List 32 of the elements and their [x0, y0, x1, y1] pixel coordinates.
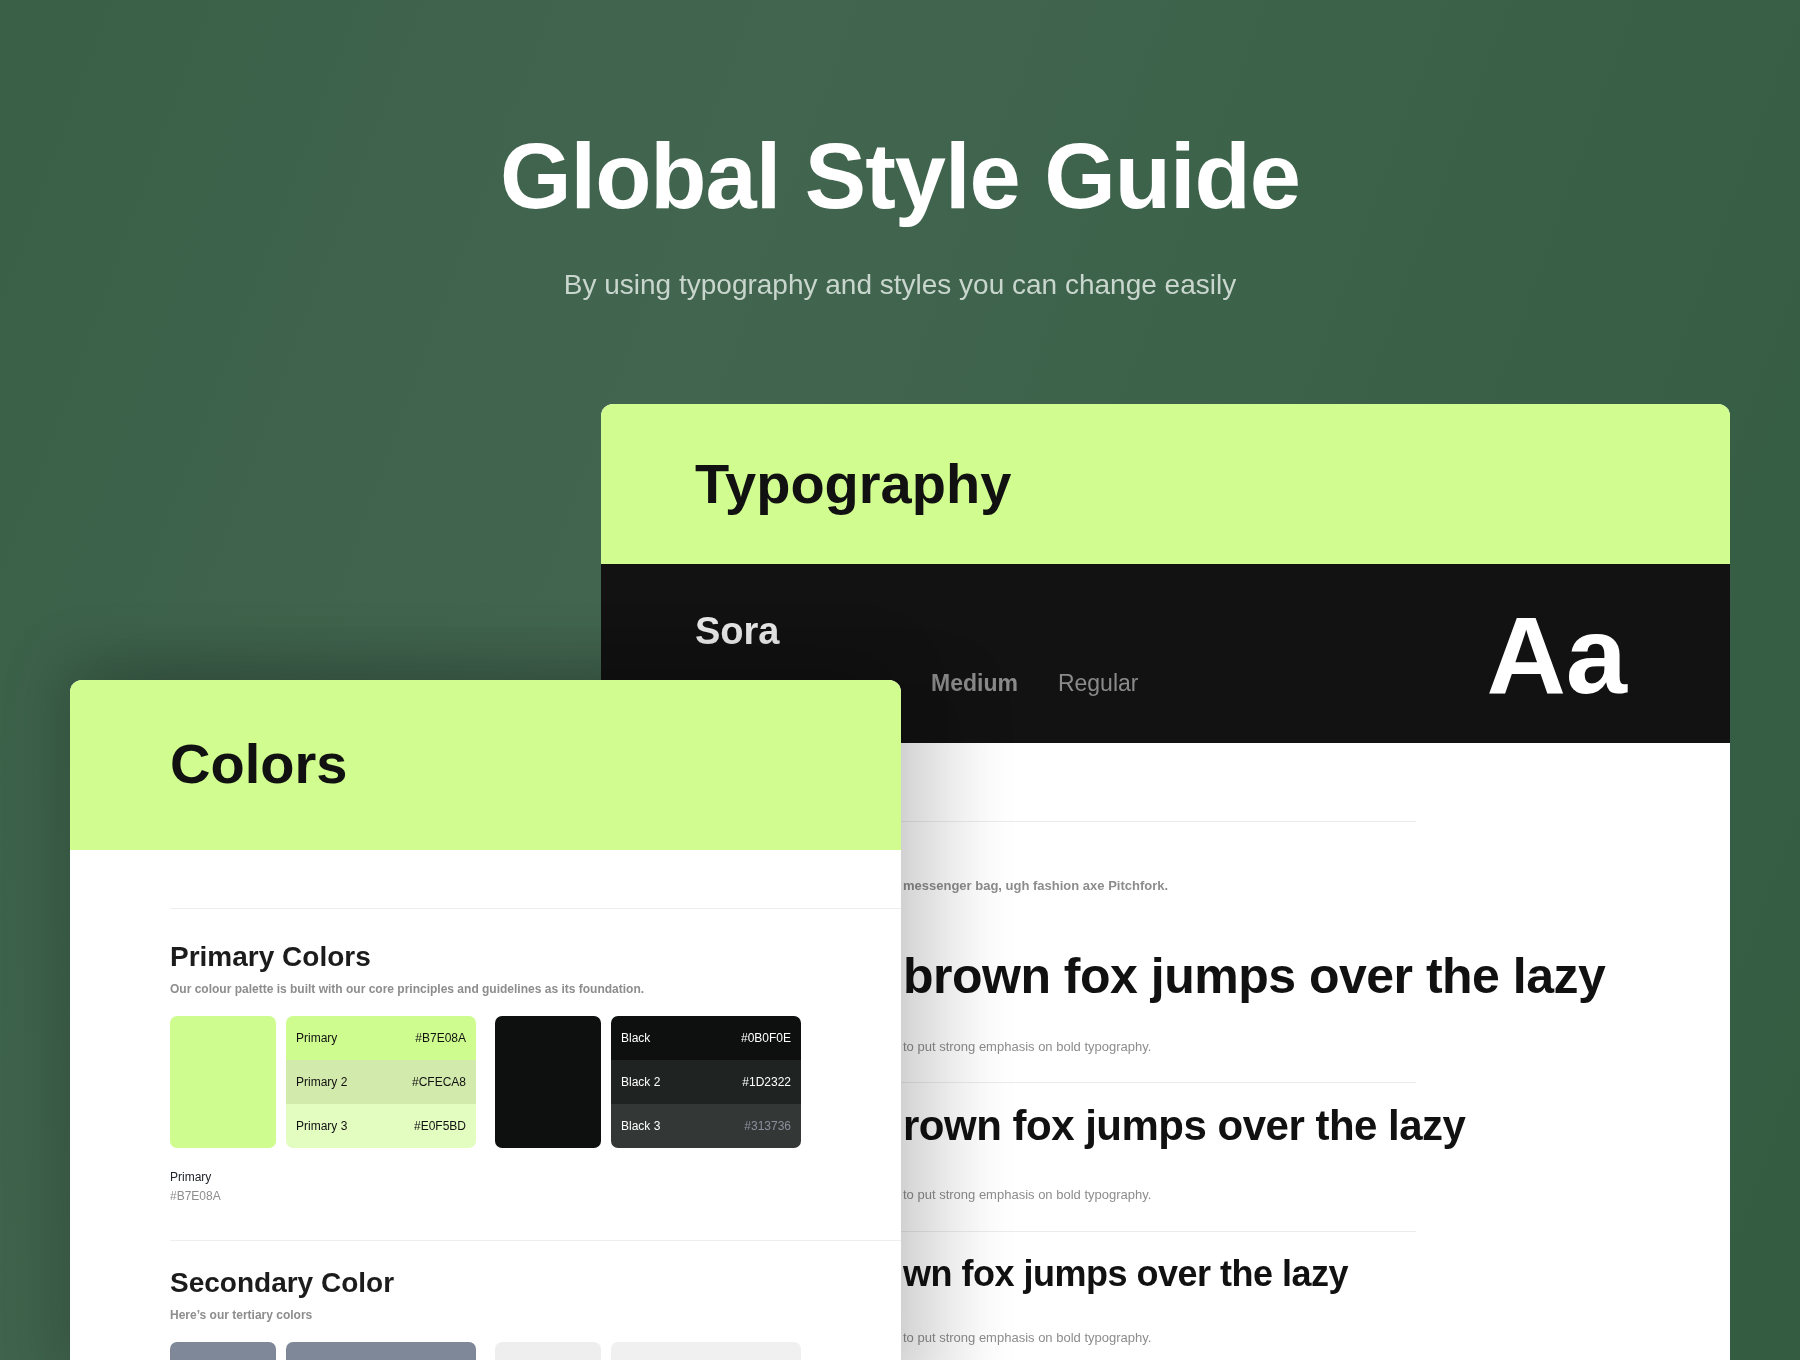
page-subtitle: By using typography and styles you can change easily [563, 268, 1237, 303]
page-title: Global Style Guide [500, 124, 1300, 229]
sample-caption: to put strong emphasis on bold typography. [903, 1186, 1153, 1204]
glyph-sample: Aa [1486, 600, 1627, 718]
section-description: Our colour palette is built with our core principles and guidelines as its foundation. [170, 981, 646, 998]
shade-name: Black 3 [621, 1118, 661, 1135]
section-title: Primary Colors [170, 943, 372, 971]
swatch-hex: #B7E08A [170, 1188, 222, 1206]
sample-caption: to put strong emphasis on bold typography. [903, 1037, 1153, 1056]
shade-hex: #CFECA8 [411, 1074, 466, 1091]
shade-hex: #1D2322 [742, 1074, 791, 1091]
shade-name: Primary [296, 1030, 338, 1047]
shade-name: Primary 3 [296, 1118, 348, 1135]
shade-name: Black [621, 1030, 651, 1047]
section-title: Secondary Color [170, 1269, 396, 1298]
shade-hex: #B7E08A [415, 1030, 466, 1047]
shade-hex: #313736 [744, 1118, 791, 1135]
swatch-name: Primary [170, 1169, 213, 1186]
shade-hex: #E0F5BD [413, 1118, 466, 1135]
font-weight-label: Medium [931, 669, 1018, 698]
card-title: Colors [170, 736, 349, 792]
section-description: Here’s our tertiary colors [170, 1307, 314, 1325]
shade-hex: #0B0F0E [740, 1030, 791, 1047]
sample-heading: brown fox jumps over the lazy [903, 950, 1607, 1001]
sample-heading: wn fox jumps over the lazy [903, 1255, 1350, 1292]
sample-caption: to put strong emphasis on bold typography. [903, 1328, 1153, 1347]
shade-name: Black 2 [621, 1074, 661, 1091]
font-name: Sora [695, 612, 781, 650]
sample-heading: rown fox jumps over the lazy [903, 1105, 1467, 1147]
shade-name: Primary 2 [296, 1074, 348, 1091]
sample-caption: messenger bag, ugh fashion axe Pitchfork. [903, 877, 1170, 895]
font-weight-label: Regular [1057, 669, 1139, 698]
